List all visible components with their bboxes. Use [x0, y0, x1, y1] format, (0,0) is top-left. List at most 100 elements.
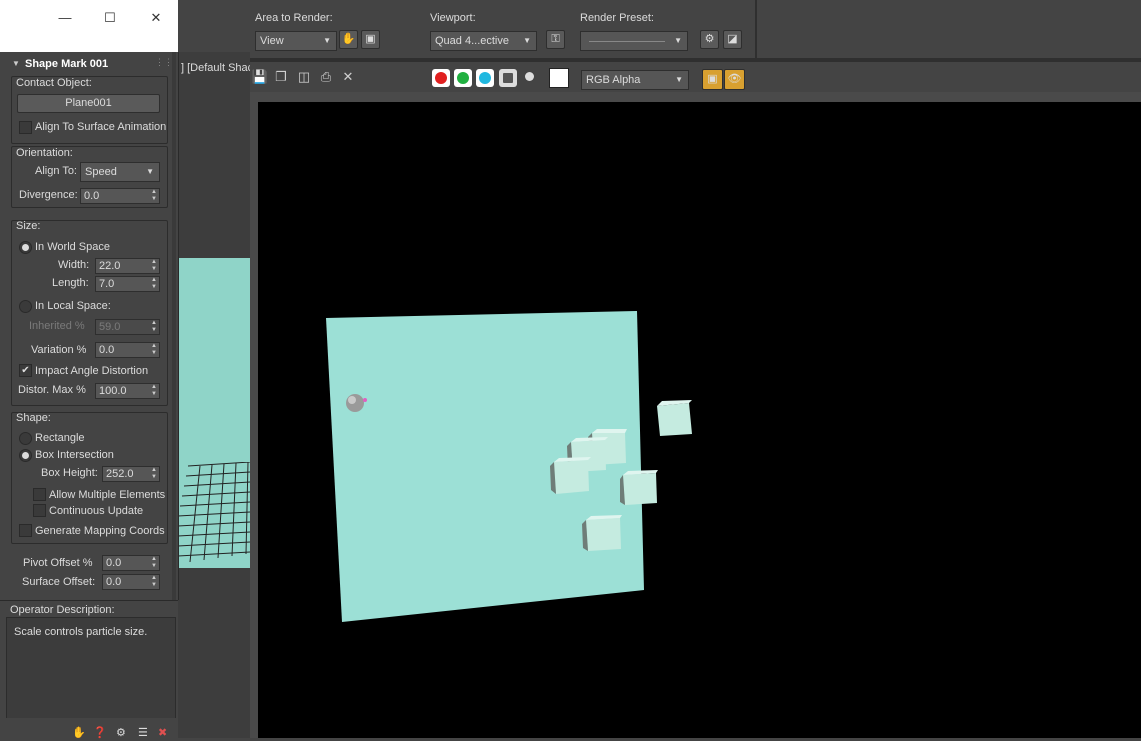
- collapse-triangle-icon[interactable]: ▼: [12, 59, 20, 68]
- spinner-arrows-icon[interactable]: ▲ ▼: [151, 384, 157, 398]
- rectangle-radio[interactable]: [19, 432, 32, 445]
- pivot-offset-label: Pivot Offset %: [23, 557, 93, 569]
- spinner-arrows-icon[interactable]: ▲ ▼: [151, 575, 157, 589]
- rollout-title[interactable]: Shape Mark 001: [25, 58, 108, 70]
- green-channel-button[interactable]: [454, 69, 472, 87]
- sphere-marker: [363, 398, 367, 402]
- pan-hand-icon[interactable]: ✋: [339, 30, 358, 49]
- bottom-icon-bar: ✋ ❓ ⚙ ☰ ✖: [0, 718, 178, 739]
- variation-spinner[interactable]: 0.0 ▲ ▼: [95, 342, 160, 358]
- render-preset-dropdown[interactable]: ▼: [580, 31, 688, 51]
- auto-region-icon[interactable]: ▣: [361, 30, 380, 49]
- rendered-image[interactable]: [258, 102, 1141, 738]
- lock-icon[interactable]: ⚿: [546, 30, 565, 49]
- size-label: Size:: [16, 220, 41, 232]
- cube-6: [582, 515, 622, 551]
- surface-offset-spinner[interactable]: 0.0 ▲ ▼: [102, 574, 160, 590]
- box-height-label: Box Height:: [41, 467, 98, 479]
- align-to-value: Speed: [85, 166, 117, 178]
- render-settings-bar: Area to Render: View ▼ ✋ ▣ Viewport: Qua…: [250, 0, 757, 58]
- delete-icon[interactable]: ✖: [158, 726, 167, 739]
- viewport-dropdown[interactable]: Quad 4...ective ▼: [430, 31, 537, 51]
- length-label: Length:: [52, 277, 89, 289]
- distor-max-spinner[interactable]: 100.0 ▲ ▼: [95, 383, 160, 399]
- box-height-spinner[interactable]: 252.0 ▲ ▼: [102, 466, 160, 482]
- divergence-label: Divergence:: [19, 189, 78, 201]
- preset-placeholder-line: [589, 41, 665, 42]
- variation-value: 0.0: [99, 344, 115, 356]
- list-icon[interactable]: ☰: [138, 726, 148, 739]
- clear-icon[interactable]: ✕: [339, 68, 357, 86]
- contact-object-button[interactable]: Plane001: [17, 94, 160, 113]
- align-to-dropdown[interactable]: Speed ▼: [80, 162, 160, 182]
- spinner-arrows-icon[interactable]: ▲ ▼: [151, 189, 157, 203]
- particle-sphere: [346, 394, 364, 412]
- spinner-arrows-icon[interactable]: ▲ ▼: [151, 277, 157, 291]
- chevron-down-icon: ▼: [675, 75, 683, 84]
- show-render-window-icon[interactable]: 👁: [724, 69, 745, 90]
- spinner-arrows-icon[interactable]: ▲ ▼: [151, 467, 157, 481]
- orientation-label: Orientation:: [16, 147, 73, 159]
- render-frame-window-icon[interactable]: ▣: [702, 69, 723, 90]
- render-scene: [326, 311, 692, 622]
- save-icon[interactable]: 💾: [251, 68, 269, 86]
- blue-channel-button[interactable]: [476, 69, 494, 87]
- continuous-update-checkbox[interactable]: [33, 504, 46, 517]
- width-spinner[interactable]: 22.0 ▲ ▼: [95, 258, 160, 274]
- swatch-color[interactable]: [549, 68, 569, 88]
- viewport-label[interactable]: ] [Default Shac: [181, 62, 253, 74]
- length-value: 7.0: [99, 278, 115, 290]
- spinner-arrows-icon[interactable]: ▲ ▼: [151, 320, 157, 334]
- allow-multiple-label: Allow Multiple Elements: [49, 489, 166, 501]
- inherited-spinner[interactable]: 59.0 ▲ ▼: [95, 319, 160, 335]
- environment-effects-icon[interactable]: ◪: [723, 30, 742, 49]
- box-intersection-radio[interactable]: [19, 449, 32, 462]
- surface-offset-value: 0.0: [106, 576, 122, 588]
- impact-angle-checkbox[interactable]: ✔: [19, 364, 32, 377]
- chevron-down-icon: ▼: [674, 36, 682, 45]
- cube-4: [550, 457, 591, 494]
- spinner-arrows-icon[interactable]: ▲ ▼: [151, 259, 157, 273]
- panel-titlebar: — ☐ ✕: [0, 0, 178, 52]
- pivot-offset-spinner[interactable]: 0.0 ▲ ▼: [102, 555, 160, 571]
- viewport-select-label: Viewport:: [430, 12, 476, 24]
- print-icon[interactable]: ⎙: [317, 68, 335, 86]
- operator-description-title: Operator Description:: [10, 604, 115, 616]
- divergence-spinner[interactable]: 0.0 ▲ ▼: [80, 188, 160, 204]
- contact-object-label: Contact Object:: [16, 77, 92, 89]
- settings-icon[interactable]: ⚙: [116, 726, 126, 739]
- area-to-render-dropdown[interactable]: View ▼: [255, 31, 337, 51]
- green-channel-icon: [457, 72, 469, 84]
- background-toolbar: [178, 0, 250, 52]
- background-grid: [178, 462, 250, 562]
- box-height-value: 252.0: [106, 468, 134, 480]
- panel-scrollbar[interactable]: [172, 52, 176, 600]
- spinner-arrows-icon[interactable]: ▲ ▼: [151, 343, 157, 357]
- red-channel-button[interactable]: [432, 69, 450, 87]
- channel-display-dropdown[interactable]: RGB Alpha ▼: [581, 70, 689, 90]
- align-to-surface-checkbox[interactable]: [19, 121, 32, 134]
- hand-icon[interactable]: ✋: [72, 726, 86, 739]
- width-label: Width:: [58, 259, 90, 271]
- alpha-channel-button[interactable]: [499, 69, 517, 87]
- generate-mapping-checkbox[interactable]: [19, 524, 32, 537]
- world-space-radio[interactable]: [19, 241, 32, 254]
- align-to-surface-label: Align To Surface Animation: [35, 121, 167, 133]
- minimize-button[interactable]: —: [55, 10, 75, 26]
- clone-frame-icon[interactable]: ◫: [295, 68, 313, 86]
- allow-multiple-checkbox[interactable]: [33, 488, 46, 501]
- operator-description-panel: Operator Description: Scale controls par…: [0, 600, 178, 719]
- width-value: 22.0: [99, 260, 121, 272]
- close-button[interactable]: ✕: [146, 10, 166, 26]
- copy-icon[interactable]: ❐: [272, 68, 290, 86]
- render-setup-icon[interactable]: ⚙: [700, 30, 719, 49]
- monochrome-icon[interactable]: [525, 72, 534, 81]
- help-icon[interactable]: ❓: [93, 726, 107, 739]
- length-spinner[interactable]: 7.0 ▲ ▼: [95, 276, 160, 292]
- maximize-button[interactable]: ☐: [100, 10, 120, 26]
- spinner-arrows-icon[interactable]: ▲ ▼: [151, 556, 157, 570]
- grip-icon[interactable]: ⋮⋮: [155, 57, 173, 68]
- local-space-radio[interactable]: [19, 300, 32, 313]
- cube-5: [620, 470, 658, 505]
- operator-description-text: Scale controls particle size.: [14, 626, 148, 638]
